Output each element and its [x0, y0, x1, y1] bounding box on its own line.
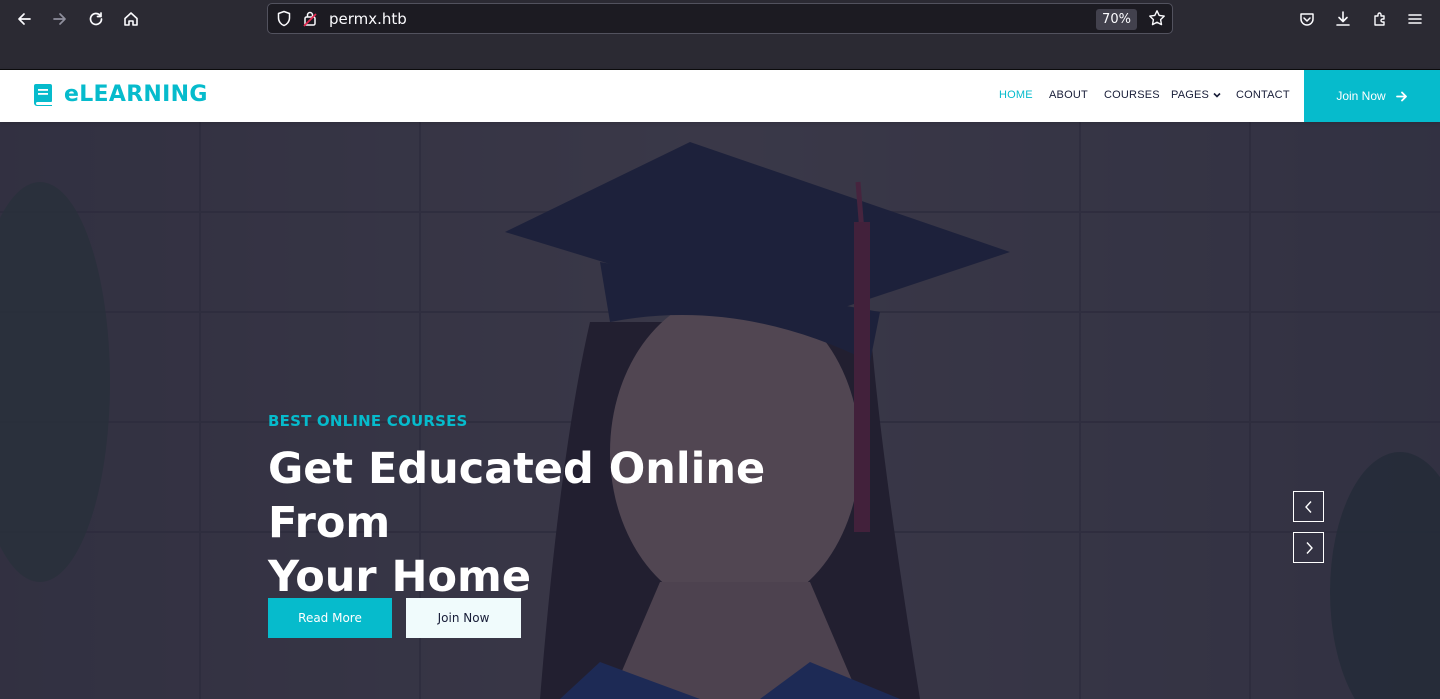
read-more-button[interactable]: Read More: [268, 598, 392, 638]
hero-title: Get Educated Online From Your Home: [268, 442, 888, 604]
pocket-icon[interactable]: [1294, 6, 1320, 32]
download-icon[interactable]: [1330, 6, 1356, 32]
home-icon[interactable]: [118, 6, 144, 32]
chevron-down-icon: [1213, 93, 1221, 98]
carousel-prev-button[interactable]: [1293, 491, 1324, 522]
menu-icon[interactable]: [1402, 6, 1428, 32]
chevron-left-icon: [1304, 500, 1312, 513]
carousel-next-button[interactable]: [1293, 532, 1324, 563]
browser-toolbar: permx.htb 70%: [0, 0, 1440, 70]
extensions-icon[interactable]: [1367, 6, 1393, 32]
shield-icon[interactable]: [276, 10, 292, 32]
lock-icon[interactable]: [303, 10, 317, 32]
book-icon: [34, 83, 52, 106]
nav-item-courses[interactable]: COURSES: [1104, 89, 1160, 101]
nav-item-pages-label: PAGES: [1171, 89, 1210, 101]
join-now-nav-button[interactable]: Join Now: [1304, 70, 1440, 122]
join-now-nav-label: Join Now: [1336, 89, 1386, 103]
star-icon[interactable]: [1148, 9, 1166, 32]
address-bar[interactable]: permx.htb 70%: [267, 3, 1173, 34]
hero-title-line1: Get Educated Online From: [268, 444, 766, 548]
join-now-hero-button[interactable]: Join Now: [406, 598, 521, 638]
nav-item-about[interactable]: ABOUT: [1049, 89, 1088, 101]
back-icon[interactable]: [11, 6, 37, 32]
zoom-level[interactable]: 70%: [1096, 9, 1137, 30]
hero-subtitle: BEST ONLINE COURSES: [268, 412, 468, 430]
chevron-right-icon: [1305, 541, 1313, 554]
url-text[interactable]: permx.htb: [329, 10, 407, 28]
forward-icon[interactable]: [47, 6, 73, 32]
arrow-right-icon: [1395, 91, 1407, 101]
hero-title-line2: Your Home: [268, 552, 532, 602]
nav-item-pages[interactable]: PAGES: [1171, 89, 1221, 101]
brand-logo[interactable]: eLEARNING: [33, 82, 208, 107]
nav-item-home[interactable]: HOME: [999, 89, 1033, 101]
hero-carousel: BEST ONLINE COURSES Get Educated Online …: [0, 122, 1440, 699]
reload-icon[interactable]: [83, 6, 109, 32]
site-navbar: eLEARNING HOME ABOUT COURSES PAGES CONTA…: [0, 70, 1440, 122]
brand-name: eLEARNING: [64, 82, 208, 107]
nav-item-contact[interactable]: CONTACT: [1236, 89, 1290, 101]
